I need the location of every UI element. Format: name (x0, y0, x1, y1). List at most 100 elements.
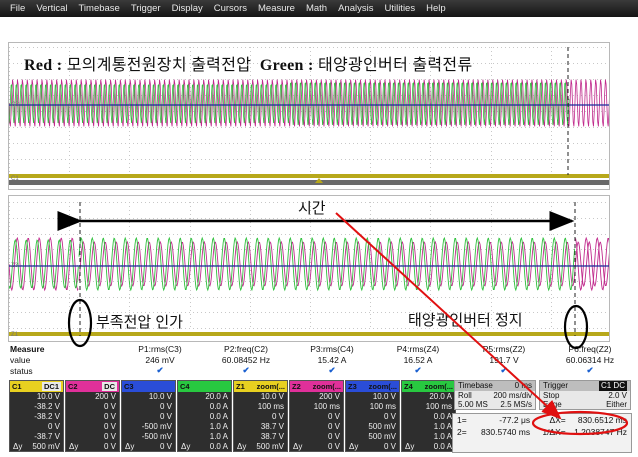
channel-setting-row: 0 V (66, 432, 119, 442)
channel-setting-row: 0.0 A (178, 402, 231, 412)
measure-param-name[interactable]: P6:freq(Z2) (550, 344, 630, 354)
timebase-box[interactable]: Timebase 0 ms Roll 200 ms/div 5.00 MS 2.5 M… (454, 380, 536, 410)
menu-item-analysis[interactable]: Analysis (338, 3, 373, 14)
menu-item-trigger[interactable]: Trigger (131, 3, 161, 14)
channel-setting-row: Δy 0.0 A (402, 442, 455, 452)
menu-item-measure[interactable]: Measure (258, 3, 295, 14)
channel-setting-row: 0 V (122, 402, 175, 412)
channel-setting-value: -38.2 V (34, 402, 60, 411)
menu-item-vertical[interactable]: Vertical (36, 3, 67, 14)
measure-param-name[interactable]: P5:rms(Z2) (464, 344, 544, 354)
zoom-region-bar (9, 180, 609, 185)
menu-item-utilities[interactable]: Utilities (384, 3, 415, 14)
channel-setting-row: 0 V (10, 422, 63, 432)
status-check-icon: ✔ (328, 365, 336, 375)
undervoltage-annotation: 부족전압 인가 (96, 314, 183, 331)
channel-setting-row: 0 V (290, 432, 343, 442)
measure-param-name[interactable]: P3:rms(C4) (292, 344, 372, 354)
measure-param-name[interactable]: P4:rms(Z4) (378, 344, 458, 354)
trigger-level: 2.0 V (608, 391, 627, 400)
channel-setting-value: 0.0 A (209, 442, 228, 451)
trigger-box[interactable]: Trigger C1 DC Stop 2.0 V Edge Either (539, 380, 631, 410)
channel-setting-label: Δy (13, 442, 23, 451)
channel-setting-row: 0 V (234, 412, 287, 422)
channel-marker-c3: C3 (11, 102, 19, 108)
channel-setting-row: Δy 0 V (122, 442, 175, 452)
channel-setting-value: 0 V (271, 412, 284, 421)
menu-item-display[interactable]: Display (172, 3, 203, 14)
menu-item-cursors[interactable]: Cursors (214, 3, 247, 14)
channel-setting-row: -38.2 V (10, 402, 63, 412)
channel-setting-value: 100 ms (257, 402, 284, 411)
measure-param-name[interactable]: P1:rms(C3) (120, 344, 200, 354)
channel-setting-row: 38.7 V (234, 432, 287, 442)
cursor-delta-label: ΔX= (549, 415, 566, 425)
channel-setting-value: 0.0 A (433, 442, 452, 451)
timebase-delay: 0 ms (514, 381, 532, 390)
channel-box-c2[interactable]: C2 DC 200 V0 V0 V0 V0 V Δy 0 V (65, 380, 120, 452)
channel-setting-value: 38.7 V (260, 432, 284, 441)
channel-setting-row: 1.0 A (178, 432, 231, 442)
channel-box-c4[interactable]: C4 20.0 A 0.0 A 0.0 A 1.0 A 1.0 A Δy 0.0 A (177, 380, 232, 452)
timebase-rate: 200 ms/div (493, 391, 532, 400)
channel-setting-value: 0 V (103, 422, 116, 431)
channel-setting-row: 100 ms (290, 402, 343, 412)
channel-setting-row: Δy 0 V (66, 442, 119, 452)
green-trace-label: Green : (259, 57, 314, 74)
channel-setting-row: 0.0 A (178, 412, 231, 422)
timebase-sample-rate: 2.5 MS/s (500, 400, 532, 409)
channel-setting-value: 0 V (383, 442, 396, 451)
channel-setting-label: Δy (125, 442, 135, 451)
channel-setting-label: Δy (349, 442, 359, 451)
channel-setting-row: 10.0 V (234, 392, 287, 402)
channel-setting-row: 38.7 V (234, 422, 287, 432)
channel-setting-row: 20.0 A (402, 392, 455, 402)
channel-setting-value: 100 ms (425, 402, 452, 411)
zoom-c1-trace (9, 332, 609, 336)
channel-setting-row: 10.0 V (122, 392, 175, 402)
channel-setting-row: 0 V (290, 412, 343, 422)
measure-param-value: 15.42 A (317, 355, 347, 365)
channel-setting-row: -500 mV (122, 422, 175, 432)
channel-box-z3[interactable]: Z3 zoom(... 10.0 V 100 ms 0 V 500 mV 500 mV Δy 0… (345, 380, 400, 452)
channel-marker-z3: Z3 (11, 263, 19, 269)
channel-id: C2 (68, 382, 78, 391)
cursor-x2-value: 830.5740 ms (480, 427, 531, 437)
channel-setting-label: Δy (293, 442, 303, 451)
menu-item-help[interactable]: Help (426, 3, 446, 14)
measure-value-label: value (10, 355, 31, 365)
cursor-x2-label: 2= (457, 427, 467, 437)
channel-setting-value: -38.7 V (34, 432, 60, 441)
cursor-inverse-value: 1.2038747 Hz (574, 427, 627, 437)
channel-box-z2[interactable]: Z2 zoom(... 200 V 100 ms 0 V0 V0 V Δy 0 V (289, 380, 344, 452)
menu-item-file[interactable]: File (10, 3, 25, 14)
green-trace-description: 태양광인버터 출력전류 (317, 57, 473, 74)
channel-setting-value: 0 V (383, 412, 396, 421)
channel-id: C4 (180, 382, 190, 391)
menu-item-math[interactable]: Math (306, 3, 327, 14)
channel-setting-value: 10.0 V (36, 392, 60, 401)
channel-setting-row: 200 V (66, 392, 119, 402)
channel-setting-value: 0 V (159, 402, 172, 411)
channel-box-z4[interactable]: Z4 zoom(... 20.0 A 100 ms 0.0 A 1.0 A 1.0 A Δy 0… (401, 380, 456, 452)
channel-marker-z1: Z1 (11, 332, 19, 338)
channel-setting-row: 1.0 A (178, 422, 231, 432)
channel-setting-value: 10.0 V (372, 392, 396, 401)
channel-box-c3[interactable]: C3 10.0 V0 V0 V -500 mV -500 mV Δy 0 V (121, 380, 176, 452)
channel-box-c1[interactable]: C1 DC1 10.0 V -38.2 V -38.2 V0 V -38.7 V Δy 500… (9, 380, 64, 452)
channel-id: C1 (12, 382, 22, 391)
channel-setting-value: 0 V (103, 412, 116, 421)
measure-param-name[interactable]: P2:freq(C2) (206, 344, 286, 354)
time-annotation: 시간 (298, 200, 326, 217)
channel-id: Z3 (348, 382, 357, 391)
channel-setting-row: 500 mV (346, 432, 399, 442)
channel-id: Z2 (292, 382, 301, 391)
measure-param-value: 16.52 A (403, 355, 433, 365)
trigger-slope: Either (606, 400, 627, 409)
menu-item-timebase[interactable]: Timebase (78, 3, 119, 14)
channel-box-z1[interactable]: Z1 zoom(... 10.0 V 100 ms 0 V 38.7 V 38.7 V Δy 5… (233, 380, 288, 452)
status-check-icon: ✔ (242, 365, 250, 375)
menu-bar: File Vertical Timebase Trigger Display Cursor… (0, 0, 638, 17)
channel-setting-value: 500 mV (368, 422, 396, 431)
trigger-type: Edge (543, 400, 562, 409)
